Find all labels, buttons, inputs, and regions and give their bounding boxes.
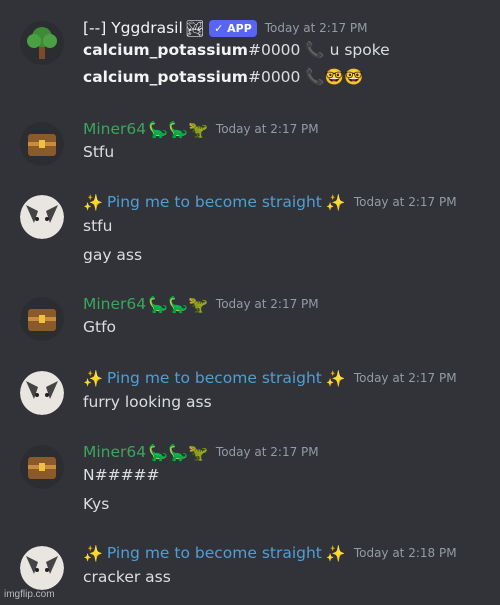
timestamp: Today at 2:18 PM [353, 546, 457, 560]
message-text: Stfu [83, 143, 115, 161]
message-line: calcium_potassium#0000 📞🤓🤓 [83, 66, 363, 88]
message-header: Miner64 🦕🦕🦖 Today at 2:17 PM [83, 293, 319, 315]
nerd-emoji: 🤓🤓 [324, 68, 364, 86]
message-line: calcium_potassium#0000 📞 u spoke [83, 39, 390, 61]
app-badge: ✓ APP [209, 19, 257, 37]
discriminator: #0000 [247, 68, 301, 86]
phone-icon: 📞 [305, 41, 325, 59]
discriminator: #0000 [247, 41, 301, 59]
author-name[interactable]: Miner64 [83, 120, 146, 138]
tree-avatar[interactable] [20, 21, 64, 65]
sparkle-icon: ✨ [83, 543, 103, 563]
timestamp: Today at 2:17 PM [353, 195, 457, 209]
timestamp: Today at 2:17 PM [353, 371, 457, 385]
sparkle-icon: ✨ [325, 192, 346, 212]
message-text: N##### [83, 466, 160, 484]
sparkle-icon: ✨ [325, 543, 346, 563]
message-text: gay ass [83, 246, 143, 264]
sparkle-icon: ✨ [325, 368, 346, 388]
timestamp: Today at 2:17 PM [215, 445, 319, 459]
author-name[interactable]: Miner64 [83, 443, 146, 461]
chest-avatar[interactable] [20, 122, 64, 166]
chest-avatar[interactable] [20, 297, 64, 341]
timestamp: Today at 2:17 PM [264, 21, 368, 35]
message-text: Kys [83, 495, 110, 513]
message-header: ✨ Ping me to become straight ✨ Today at … [83, 191, 457, 213]
author-name[interactable]: Ping me to become straight [107, 193, 322, 211]
sparkle-icon: ✨ [83, 368, 103, 388]
message-text: stfu [83, 217, 113, 235]
author-emoji: 🦕🦕🦖 [148, 442, 208, 462]
cat-avatar[interactable] [20, 371, 64, 415]
author-name[interactable]: [--] Yggdrasil [83, 19, 183, 37]
author-name[interactable]: Ping me to become straight [107, 369, 322, 387]
message-text: cracker ass [83, 568, 171, 586]
phone-icon: 📞 [305, 68, 325, 86]
message-text: u spoke [329, 41, 390, 59]
author-emoji: 🦕🦕🦖 [148, 119, 208, 139]
message-text: furry looking ass [83, 393, 212, 411]
message-header: [--] Yggdrasil 🏞 ✓ APP Today at 2:17 PM [83, 17, 368, 39]
message-header: ✨ Ping me to become straight ✨ Today at … [83, 542, 457, 564]
author-emoji: 🏞 [184, 18, 206, 38]
cat-avatar[interactable] [20, 195, 64, 239]
sparkle-icon: ✨ [83, 192, 103, 212]
author-name[interactable]: Miner64 [83, 295, 146, 313]
cat-avatar[interactable] [20, 546, 64, 590]
message-header: ✨ Ping me to become straight ✨ Today at … [83, 367, 457, 389]
timestamp: Today at 2:17 PM [215, 122, 319, 136]
username[interactable]: calcium_potassium [83, 41, 248, 59]
watermark: imgflip.com [4, 589, 55, 600]
chest-avatar[interactable] [20, 445, 64, 489]
username[interactable]: calcium_potassium [83, 68, 248, 86]
message-header: Miner64 🦕🦕🦖 Today at 2:17 PM [83, 441, 319, 463]
timestamp: Today at 2:17 PM [215, 297, 319, 311]
author-emoji: 🦕🦕🦖 [148, 294, 208, 314]
message-text: Gtfo [83, 318, 117, 336]
message-header: Miner64 🦕🦕🦖 Today at 2:17 PM [83, 118, 319, 140]
author-name[interactable]: Ping me to become straight [107, 544, 322, 562]
